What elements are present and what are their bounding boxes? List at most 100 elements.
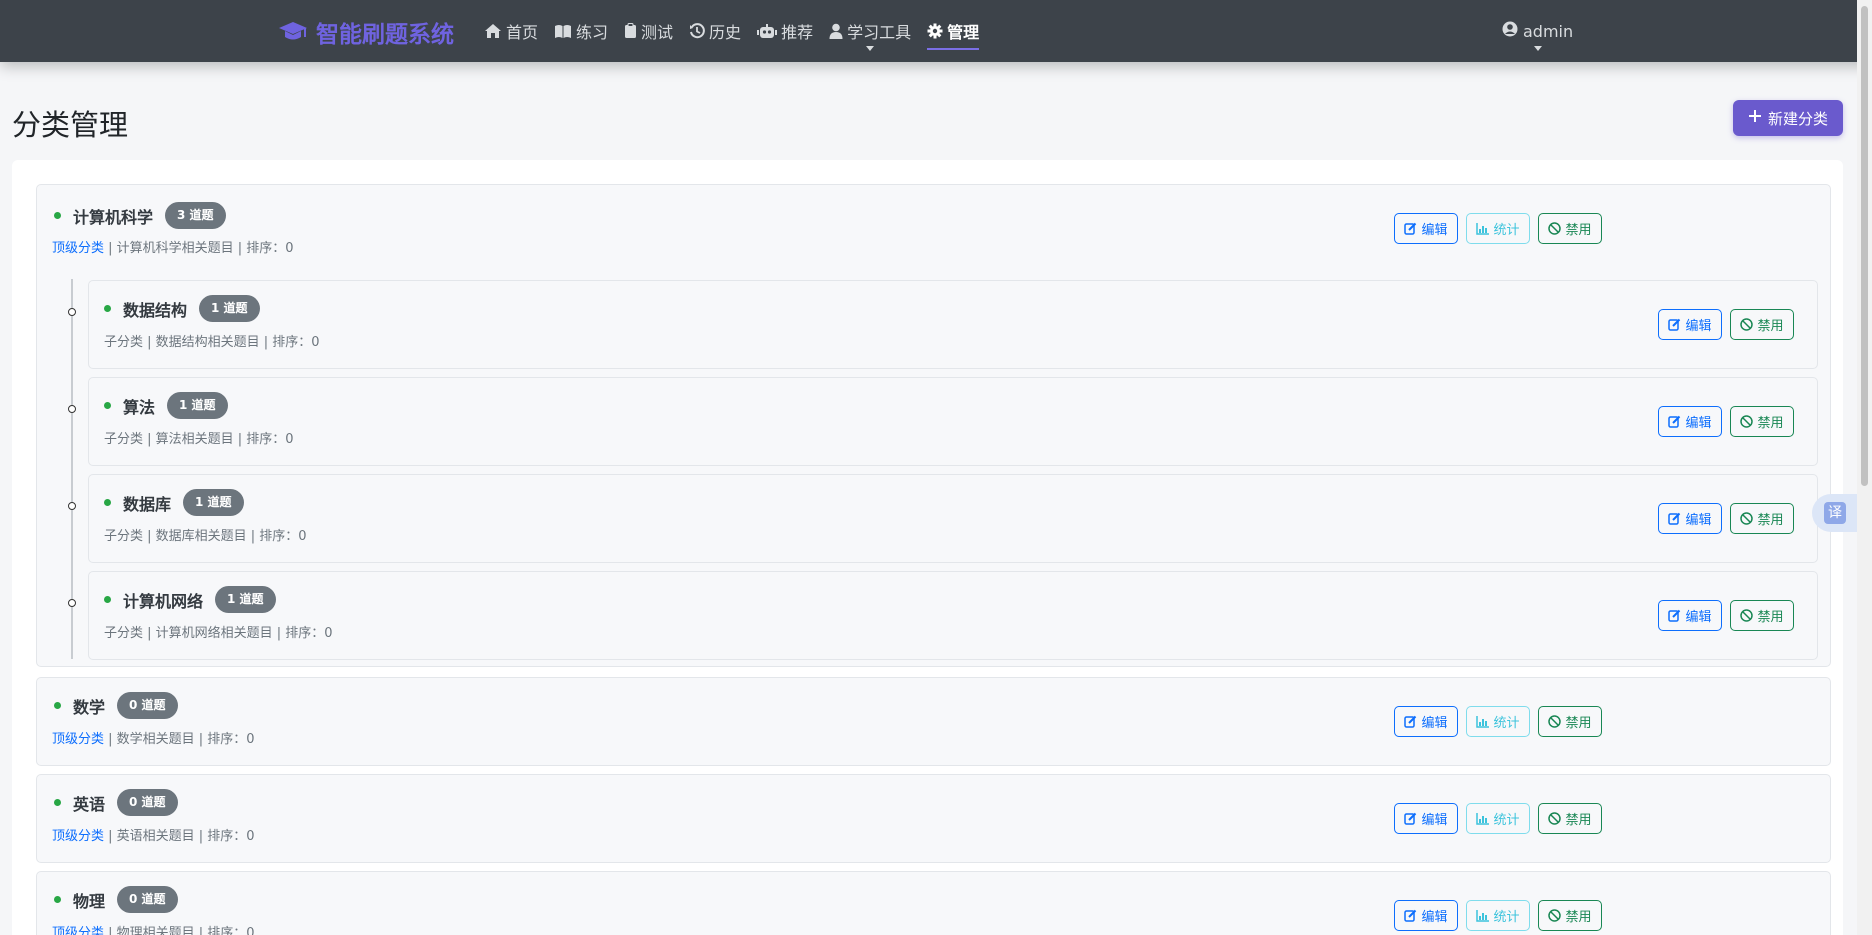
status-dot xyxy=(54,896,61,903)
category-level: 顶级分类 xyxy=(52,732,105,747)
category-actions: 编辑 禁用 xyxy=(1658,503,1794,534)
disable-label: 禁用 xyxy=(1565,909,1592,924)
category-name: 计算机网络 xyxy=(123,591,204,611)
user-circle-icon xyxy=(1502,21,1518,41)
edit-label: 编辑 xyxy=(1421,812,1448,827)
ban-icon xyxy=(1740,609,1754,622)
category-name: 数据库 xyxy=(123,494,172,514)
disable-button[interactable]: 禁用 xyxy=(1730,406,1794,437)
status-dot xyxy=(54,702,61,709)
tree-node-icon xyxy=(68,599,76,607)
scrollbar-thumb[interactable] xyxy=(1861,6,1868,486)
home-icon xyxy=(484,23,502,39)
tree-node-icon xyxy=(68,308,76,316)
edit-icon xyxy=(1404,222,1417,235)
disable-button[interactable]: 禁用 xyxy=(1538,803,1602,834)
disable-button[interactable]: 禁用 xyxy=(1730,309,1794,340)
category-header: 计算机科学 3 道题 xyxy=(54,202,226,229)
disable-label: 禁用 xyxy=(1757,609,1784,624)
edit-icon xyxy=(1404,909,1417,922)
disable-button[interactable]: 禁用 xyxy=(1538,213,1602,244)
ban-icon xyxy=(1740,318,1754,331)
category-description: | 计算机科学相关题目 | 排序：0 xyxy=(104,241,294,256)
nav-recommend[interactable]: 推荐 xyxy=(757,0,813,62)
edit-button[interactable]: 编辑 xyxy=(1658,600,1722,631)
category-level: 子分类 xyxy=(104,432,144,447)
nav-test[interactable]: 测试 xyxy=(624,0,673,62)
edit-button[interactable]: 编辑 xyxy=(1394,706,1458,737)
category-name: 数据结构 xyxy=(123,300,188,320)
category-level: 顶级分类 xyxy=(52,241,105,256)
category-actions: 编辑 统计 禁用 xyxy=(1394,803,1602,834)
category-name: 英语 xyxy=(73,794,106,814)
bar-chart-icon xyxy=(1476,909,1490,922)
disable-button[interactable]: 禁用 xyxy=(1730,600,1794,631)
category-description: | 数据库相关题目 | 排序：0 xyxy=(143,529,307,544)
disable-label: 禁用 xyxy=(1565,812,1592,827)
category-meta: 顶级分类 | 计算机科学相关题目 | 排序：0 xyxy=(52,237,294,256)
subcategory-item: 数据结构 1 道题 子分类 | 数据结构相关题目 | 排序：0 编辑 禁用 xyxy=(88,280,1818,369)
robot-icon xyxy=(757,23,778,39)
category-level: 子分类 xyxy=(104,529,144,544)
question-count-badge: 1 道题 xyxy=(183,489,244,516)
bar-chart-icon xyxy=(1476,812,1490,825)
translate-widget[interactable]: 译 xyxy=(1812,494,1858,532)
edit-button[interactable]: 编辑 xyxy=(1658,406,1722,437)
category-name: 算法 xyxy=(123,397,156,417)
category-actions: 编辑 禁用 xyxy=(1658,406,1794,437)
disable-button[interactable]: 禁用 xyxy=(1538,900,1602,931)
disable-button[interactable]: 禁用 xyxy=(1730,503,1794,534)
category-level: 子分类 xyxy=(104,335,144,350)
category-meta: 子分类 | 数据库相关题目 | 排序：0 xyxy=(104,525,307,544)
stats-button[interactable]: 统计 xyxy=(1466,900,1530,931)
edit-button[interactable]: 编辑 xyxy=(1394,213,1458,244)
category-name: 数学 xyxy=(73,697,106,717)
edit-label: 编辑 xyxy=(1421,715,1448,730)
category-level: 顶级分类 xyxy=(52,926,105,935)
category-name: 计算机科学 xyxy=(73,207,154,227)
stats-label: 统计 xyxy=(1493,909,1520,924)
nav-practice[interactable]: 练习 xyxy=(554,0,608,62)
nav-study-tools[interactable]: 学习工具 xyxy=(829,0,911,62)
category-level: 子分类 xyxy=(104,626,144,641)
user-icon xyxy=(829,23,843,39)
nav-admin[interactable]: 管理 xyxy=(927,0,980,62)
new-category-button[interactable]: 新建分类 xyxy=(1733,100,1843,136)
edit-label: 编辑 xyxy=(1685,415,1712,430)
disable-label: 禁用 xyxy=(1757,512,1784,527)
stats-label: 统计 xyxy=(1493,812,1520,827)
brand[interactable]: 智能刷题系统 xyxy=(278,15,454,49)
edit-icon xyxy=(1404,812,1417,825)
category-meta: 顶级分类 | 数学相关题目 | 排序：0 xyxy=(52,728,255,747)
category-actions: 编辑 统计 禁用 xyxy=(1394,706,1602,737)
nav-history[interactable]: 历史 xyxy=(689,0,741,62)
question-count-badge: 1 道题 xyxy=(167,392,228,419)
nav-home[interactable]: 首页 xyxy=(484,0,538,62)
main-nav: 首页 练习 测试 历史 推荐 学习工具 管理 xyxy=(484,0,995,62)
category-description: | 数学相关题目 | 排序：0 xyxy=(104,732,255,747)
page-scrollbar[interactable] xyxy=(1857,0,1872,935)
chevron-down-icon xyxy=(866,46,875,51)
category-description: | 物理相关题目 | 排序：0 xyxy=(104,926,255,935)
category-actions: 编辑 禁用 xyxy=(1658,309,1794,340)
user-menu[interactable]: admin xyxy=(1502,0,1573,62)
stats-button[interactable]: 统计 xyxy=(1466,803,1530,834)
category-meta: 子分类 | 计算机网络相关题目 | 排序：0 xyxy=(104,622,333,641)
edit-button[interactable]: 编辑 xyxy=(1658,309,1722,340)
edit-icon xyxy=(1668,415,1681,428)
stats-button[interactable]: 统计 xyxy=(1466,213,1530,244)
category-header: 物理 0 道题 xyxy=(54,886,178,913)
nav-study-tools-label: 学习工具 xyxy=(847,23,912,42)
edit-button[interactable]: 编辑 xyxy=(1394,900,1458,931)
stats-button[interactable]: 统计 xyxy=(1466,706,1530,737)
edit-button[interactable]: 编辑 xyxy=(1394,803,1458,834)
new-category-label: 新建分类 xyxy=(1767,110,1828,128)
disable-button[interactable]: 禁用 xyxy=(1538,706,1602,737)
status-dot xyxy=(104,305,111,312)
edit-button[interactable]: 编辑 xyxy=(1658,503,1722,534)
tree-node-icon xyxy=(68,405,76,413)
ban-icon xyxy=(1548,222,1562,235)
status-dot xyxy=(54,212,61,219)
nav-practice-label: 练习 xyxy=(576,23,609,42)
subcategory-item: 计算机网络 1 道题 子分类 | 计算机网络相关题目 | 排序：0 编辑 禁用 xyxy=(88,571,1818,660)
